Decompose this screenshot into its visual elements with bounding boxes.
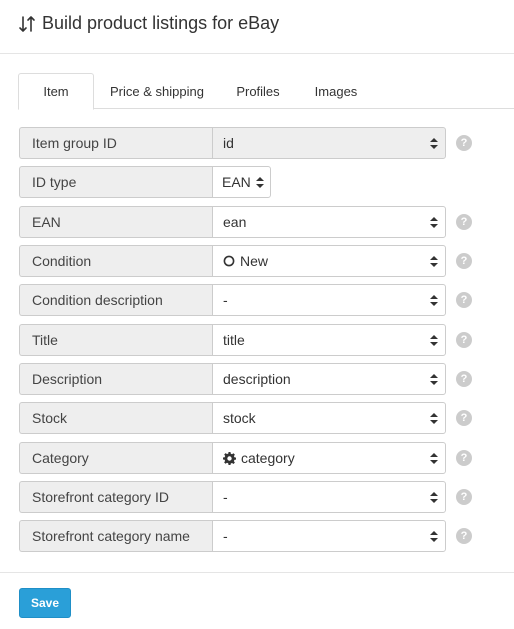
select-value: stock	[223, 410, 256, 426]
select-caret-icon	[430, 453, 438, 464]
title-select[interactable]: title	[212, 324, 446, 356]
tab-price-shipping[interactable]: Price & shipping	[98, 73, 216, 109]
help-icon[interactable]: ?	[456, 489, 472, 505]
select-value: -	[223, 292, 228, 308]
field-label: Title	[19, 324, 213, 356]
help-icon[interactable]: ?	[456, 410, 472, 426]
field-label: Category	[19, 442, 213, 474]
field-label: EAN	[19, 206, 213, 238]
select-caret-icon	[430, 374, 438, 385]
help-icon[interactable]: ?	[456, 214, 472, 230]
help-icon[interactable]: ?	[456, 528, 472, 544]
select-caret-icon	[430, 335, 438, 346]
description-select[interactable]: description	[212, 363, 446, 395]
field-label: Storefront category ID	[19, 481, 213, 513]
ean-select[interactable]: ean	[212, 206, 446, 238]
tab-profiles[interactable]: Profiles	[224, 73, 292, 109]
select-value: -	[223, 489, 228, 505]
help-icon[interactable]: ?	[456, 371, 472, 387]
page-title: Build product listings for eBay	[18, 13, 279, 34]
circle-outline-icon	[223, 255, 235, 267]
select-caret-icon	[256, 177, 264, 188]
sort-arrows-icon	[19, 15, 35, 32]
stock-select[interactable]: stock	[212, 402, 446, 434]
storefront-category-name-select[interactable]: -	[212, 520, 446, 552]
tab-images[interactable]: Images	[303, 73, 369, 109]
help-icon[interactable]: ?	[456, 135, 472, 151]
select-value: New	[240, 253, 269, 269]
field-label: Item group ID	[19, 127, 213, 159]
field-label: Condition description	[19, 284, 213, 316]
select-caret-icon	[430, 138, 438, 149]
help-icon[interactable]: ?	[456, 450, 472, 466]
select-caret-icon	[430, 413, 438, 424]
help-icon[interactable]: ?	[456, 332, 472, 348]
field-label: Description	[19, 363, 213, 395]
select-value: id	[223, 135, 234, 151]
item-group-id-select[interactable]: id	[212, 127, 446, 159]
field-label: Stock	[19, 402, 213, 434]
help-icon[interactable]: ?	[456, 292, 472, 308]
field-label: Condition	[19, 245, 213, 277]
select-value: -	[223, 528, 228, 544]
select-caret-icon	[430, 217, 438, 228]
select-caret-icon	[430, 492, 438, 503]
category-select[interactable]: category	[212, 442, 446, 474]
select-value: title	[223, 332, 245, 348]
id-type-select[interactable]: EAN	[212, 166, 271, 198]
save-button[interactable]: Save	[19, 588, 71, 618]
gear-icon	[223, 451, 236, 465]
select-value: EAN	[222, 174, 251, 190]
tab-bar: Item Price & shipping Profiles Images	[18, 73, 514, 110]
tab-item[interactable]: Item	[18, 73, 94, 110]
condition-description-select[interactable]: -	[212, 284, 446, 316]
page-title-text: Build product listings for eBay	[42, 13, 280, 33]
select-value: description	[223, 371, 291, 387]
help-icon[interactable]: ?	[456, 253, 472, 269]
condition-select[interactable]: New	[212, 245, 446, 277]
form-footer: Save	[0, 572, 514, 629]
select-caret-icon	[430, 531, 438, 542]
storefront-category-id-select[interactable]: -	[212, 481, 446, 513]
select-value: ean	[223, 214, 247, 230]
select-caret-icon	[430, 295, 438, 306]
page-header: Build product listings for eBay	[0, 0, 514, 54]
select-caret-icon	[430, 256, 438, 267]
select-value: category	[241, 450, 295, 466]
field-label: Storefront category name	[19, 520, 213, 552]
field-label: ID type	[19, 166, 213, 198]
